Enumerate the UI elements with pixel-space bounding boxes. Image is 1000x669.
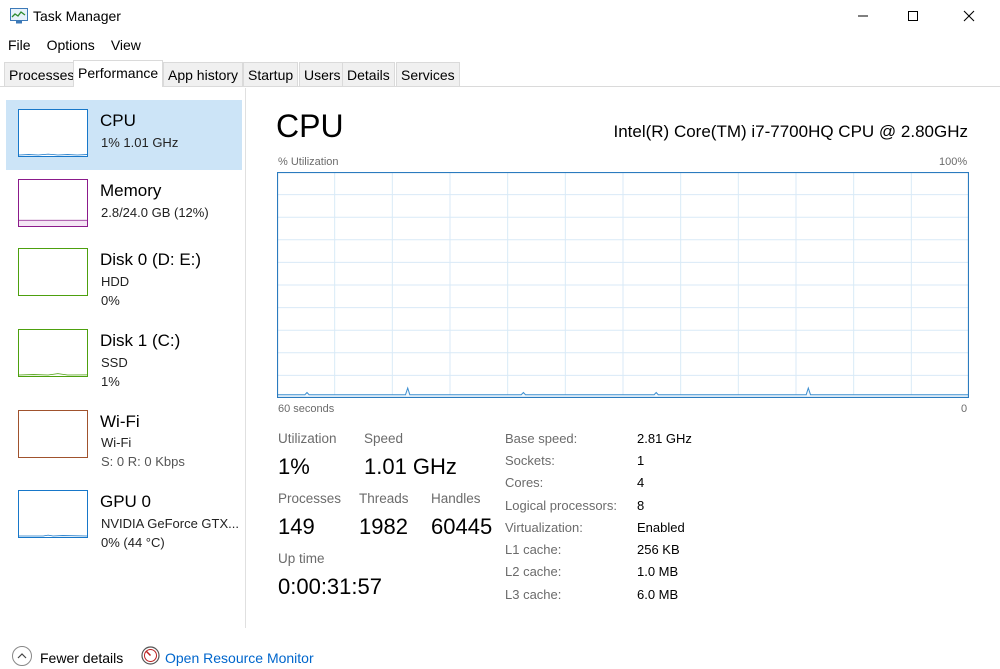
fewer-details-link[interactable]: Fewer details xyxy=(40,650,123,666)
maximize-icon xyxy=(908,11,918,21)
task-manager-icon xyxy=(10,8,28,24)
threads-value: 1982 xyxy=(359,514,408,539)
resource-monitor-icon[interactable] xyxy=(141,646,160,665)
footer-bar: Fewer details Open Resource Monitor xyxy=(0,638,1000,669)
menu-view[interactable]: View xyxy=(103,35,149,55)
spec-value-base-speed: 2.81 GHz xyxy=(637,431,692,446)
sidebar-item-disk0-name: Disk 0 (D: E:) xyxy=(100,250,202,269)
title-bar: Task Manager xyxy=(0,0,1000,34)
open-resource-monitor-link[interactable]: Open Resource Monitor xyxy=(165,650,314,666)
utilization-label: Utilization xyxy=(278,431,337,446)
utilization-value: 1% xyxy=(278,454,310,479)
menu-options[interactable]: Options xyxy=(39,35,103,55)
sidebar-item-cpu-name: CPU xyxy=(100,111,136,130)
sidebar-item-disk1[interactable]: Disk 1 (C:) SSD 1% xyxy=(6,320,242,390)
spec-value-virtualization: Enabled xyxy=(637,520,685,535)
spec-label-virtualization: Virtualization: xyxy=(505,520,583,535)
wifi-thumbnail-graph xyxy=(18,410,88,458)
sidebar-item-gpu0-model: NVIDIA GeForce GTX... xyxy=(101,516,239,531)
sidebar-item-wifi-adapter: Wi-Fi xyxy=(101,435,132,450)
spec-label-l3-cache: L3 cache: xyxy=(505,587,562,602)
memory-thumbnail-graph xyxy=(18,179,88,227)
sidebar-item-cpu[interactable]: CPU 1% 1.01 GHz xyxy=(6,100,242,170)
menu-file[interactable]: File xyxy=(0,35,39,55)
tab-processes[interactable]: Processes xyxy=(4,62,80,86)
tab-services[interactable]: Services xyxy=(396,62,460,86)
spec-label-base-speed: Base speed: xyxy=(505,431,578,446)
fewer-details-button[interactable] xyxy=(12,646,32,666)
spec-label-logical-processors: Logical processors: xyxy=(505,498,617,513)
window-title: Task Manager xyxy=(33,8,121,24)
processes-value: 149 xyxy=(278,514,315,539)
spec-value-sockets: 1 xyxy=(637,453,645,468)
maximize-button[interactable] xyxy=(886,0,940,32)
speed-label: Speed xyxy=(364,431,404,446)
disk1-thumbnail-graph xyxy=(18,329,88,377)
sidebar-item-disk1-usage: 1% xyxy=(101,374,120,389)
spec-value-l3-cache: 6.0 MB xyxy=(637,587,679,602)
resource-sidebar: CPU 1% 1.01 GHz Memory 2.8/24.0 GB (12%)… xyxy=(0,88,246,628)
sidebar-item-disk1-type: SSD xyxy=(101,355,128,370)
disk0-thumbnail-graph xyxy=(18,248,88,296)
spec-label-l1-cache: L1 cache: xyxy=(505,542,562,557)
spec-label-sockets: Sockets: xyxy=(505,453,555,468)
close-icon xyxy=(963,10,975,22)
sidebar-item-memory-name: Memory xyxy=(100,181,162,200)
minimize-icon xyxy=(858,15,868,17)
processes-label: Processes xyxy=(278,491,342,506)
tab-startup[interactable]: Startup xyxy=(243,62,299,86)
sidebar-item-disk0[interactable]: Disk 0 (D: E:) HDD 0% xyxy=(6,239,242,309)
sidebar-item-memory[interactable]: Memory 2.8/24.0 GB (12%) xyxy=(6,170,242,240)
uptime-value: 0:00:31:57 xyxy=(278,574,382,599)
cpu-utilization-graph xyxy=(277,172,969,398)
sidebar-item-gpu0[interactable]: GPU 0 NVIDIA GeForce GTX... 0% (44 °C) xyxy=(6,481,242,551)
sidebar-item-wifi[interactable]: Wi-Fi Wi-Fi S: 0 R: 0 Kbps xyxy=(6,401,242,471)
tab-users[interactable]: Users xyxy=(299,62,346,86)
graph-x-min-label: 0 xyxy=(961,403,968,415)
close-button[interactable] xyxy=(942,0,996,32)
sidebar-item-memory-detail: 2.8/24.0 GB (12%) xyxy=(101,205,209,220)
minimize-button[interactable] xyxy=(836,0,890,32)
page-title: CPU xyxy=(276,108,344,144)
sidebar-item-gpu0-usage: 0% (44 °C) xyxy=(101,535,165,550)
spec-value-logical-processors: 8 xyxy=(637,498,645,513)
handles-label: Handles xyxy=(431,491,481,506)
sidebar-item-gpu0-name: GPU 0 xyxy=(100,492,152,511)
tab-strip: Processes Performance App history Startu… xyxy=(0,60,1000,87)
threads-label: Threads xyxy=(359,491,409,506)
cpu-thumbnail-graph xyxy=(18,109,88,157)
spec-value-l1-cache: 256 KB xyxy=(637,542,680,557)
sidebar-item-wifi-throughput: S: 0 R: 0 Kbps xyxy=(101,454,185,469)
tab-performance[interactable]: Performance xyxy=(73,60,164,87)
speed-value: 1.01 GHz xyxy=(364,454,457,479)
sidebar-item-cpu-detail: 1% 1.01 GHz xyxy=(101,135,179,150)
sidebar-item-disk0-type: HDD xyxy=(101,274,130,289)
spec-value-cores: 4 xyxy=(637,475,645,490)
spec-label-cores: Cores: xyxy=(505,475,544,490)
sidebar-item-disk1-name: Disk 1 (C:) xyxy=(100,331,181,350)
graph-y-label: % Utilization xyxy=(278,156,339,168)
tab-app-history[interactable]: App history xyxy=(163,62,244,86)
tab-details[interactable]: Details xyxy=(342,62,395,86)
sidebar-item-disk0-usage: 0% xyxy=(101,293,120,308)
graph-x-label: 60 seconds xyxy=(278,403,335,415)
sidebar-item-wifi-name: Wi-Fi xyxy=(100,412,140,431)
handles-value: 60445 xyxy=(431,514,493,539)
spec-value-l2-cache: 1.0 MB xyxy=(637,564,679,579)
gpu0-thumbnail-graph xyxy=(18,490,88,538)
spec-label-l2-cache: L2 cache: xyxy=(505,564,562,579)
graph-y-max-label: 100% xyxy=(939,156,968,168)
cpu-model-name: Intel(R) Core(TM) i7-7700HQ CPU @ 2.80GH… xyxy=(613,122,968,141)
uptime-label: Up time xyxy=(278,551,325,566)
menu-bar: File Options View xyxy=(0,35,149,57)
chevron-up-icon xyxy=(17,653,27,659)
